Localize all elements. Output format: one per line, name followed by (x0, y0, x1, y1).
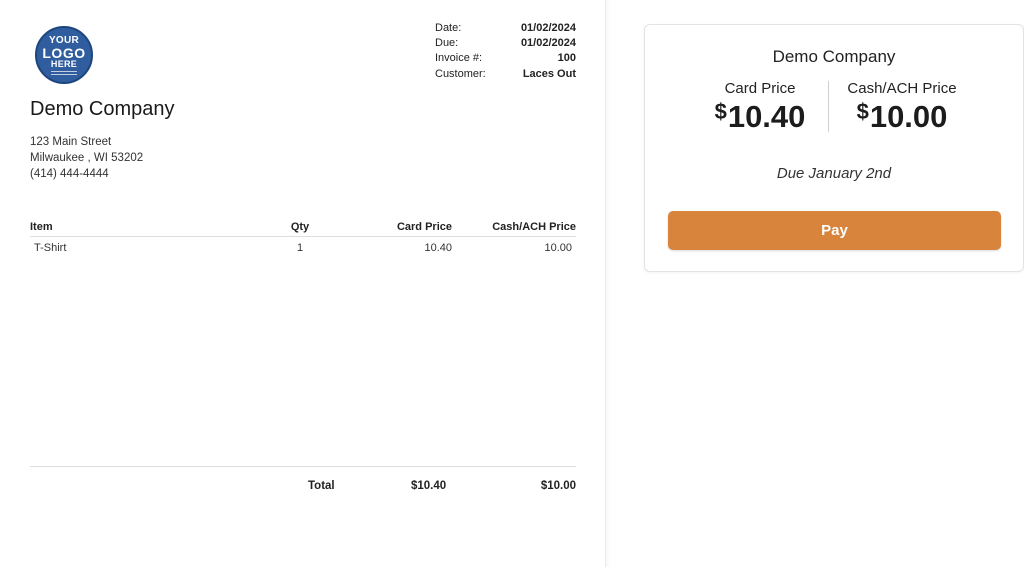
table-header: Item Qty Card Price Cash/ACH Price (30, 218, 576, 237)
cash-price-block: Cash/ACH Price $10.00 (822, 80, 982, 135)
invoice-meta: Date: 01/02/2024 Due: 01/02/2024 Invoice… (435, 21, 576, 82)
meta-date-label: Date: (435, 22, 462, 34)
logo-text-1: YOUR (48, 34, 80, 46)
meta-customer-value: Laces Out (522, 67, 576, 80)
card-price-label: Card Price (724, 80, 796, 97)
row-qty: 1 (296, 242, 304, 254)
meta-date: Date: 01/02/2024 (435, 21, 576, 36)
meta-customer-label: Customer: (435, 67, 486, 80)
meta-date-value: 01/02/2024 (520, 22, 576, 34)
row-card-price: 10.40 (424, 242, 452, 254)
cash-currency-symbol: $ (856, 99, 869, 124)
line-items-table: Item Qty Card Price Cash/ACH Price T-Shi… (30, 218, 576, 259)
cash-price-value: 10.00 (869, 99, 948, 134)
column-header-item: Item (30, 221, 53, 233)
cash-price-label: Cash/ACH Price (847, 80, 957, 97)
column-header-cash-price: Cash/ACH Price (492, 221, 576, 233)
total-cash-price: $10.00 (540, 480, 576, 492)
meta-invoice-number-value: 100 (557, 52, 576, 65)
row-cash-price: 10.00 (544, 242, 572, 254)
pay-button[interactable]: Pay (668, 211, 1001, 250)
totals-divider (30, 466, 576, 467)
meta-invoice-number: Invoice #: 100 (435, 51, 576, 66)
payment-company-name: Demo Company (772, 47, 896, 66)
card-price-amount: $10.40 (680, 99, 840, 135)
due-date-text: Due January 2nd (776, 165, 892, 182)
card-price-block: Card Price $10.40 (680, 80, 840, 135)
address-phone: (414) 444-4444 (30, 168, 109, 180)
cash-price-amount: $10.00 (822, 99, 982, 135)
total-card-price: $10.40 (411, 480, 447, 492)
meta-invoice-number-label: Invoice #: (435, 52, 483, 65)
logo-text-3: HERE (50, 58, 78, 69)
column-header-qty: Qty (290, 221, 310, 233)
card-price-value: 10.40 (727, 99, 806, 134)
meta-due-value: 01/02/2024 (520, 37, 576, 50)
row-item: T-Shirt (34, 242, 67, 254)
logo-text-2: LOGO (42, 44, 86, 61)
table-row: T-Shirt 1 10.40 10.00 (30, 237, 576, 259)
meta-customer: Customer: Laces Out (435, 67, 576, 82)
company-address: 123 Main Street Milwaukee , WI 53202 (41… (30, 134, 143, 182)
invoice-panel: YOUR LOGO HERE Date: 01/02/2024 Due: 01/… (0, 0, 606, 567)
card-currency-symbol: $ (714, 99, 727, 124)
payment-card: Demo Company Card Price $10.40 Cash/ACH … (644, 24, 1024, 272)
meta-due: Due: 01/02/2024 (435, 36, 576, 51)
total-label: Total (308, 480, 335, 492)
address-city: Milwaukee , WI 53202 (30, 152, 144, 164)
address-street: 123 Main Street (30, 136, 112, 148)
company-logo: YOUR LOGO HERE (35, 26, 93, 84)
totals-row: Total $10.40 $10.00 (30, 478, 576, 494)
invoice-company-name: Demo Company (30, 98, 175, 120)
logo-decoration (51, 70, 77, 75)
column-header-card-price: Card Price (396, 221, 452, 233)
meta-due-label: Due: (435, 37, 459, 50)
